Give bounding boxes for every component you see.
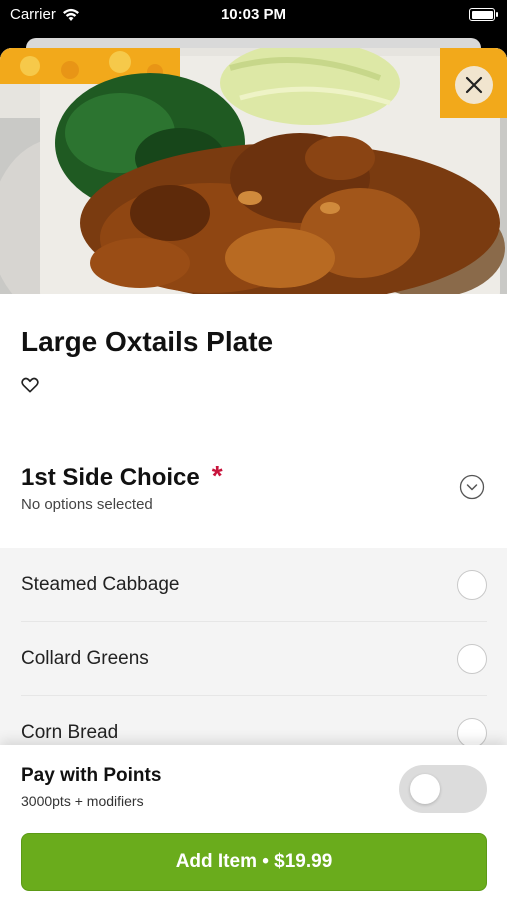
chevron-down-icon[interactable] xyxy=(459,474,485,500)
item-title: Large Oxtails Plate xyxy=(21,326,274,357)
option-radio[interactable] xyxy=(457,569,487,600)
points-subtitle: 3000pts + modifiers xyxy=(21,793,144,809)
heart-icon[interactable] xyxy=(20,375,40,395)
side-choice-heading: 1st Side Choice * xyxy=(21,460,223,492)
option-label: Corn Bread xyxy=(21,721,119,743)
option-radio[interactable] xyxy=(457,643,487,674)
close-button[interactable] xyxy=(455,66,493,104)
option-label: Collard Greens xyxy=(21,647,149,669)
battery-icon xyxy=(469,8,498,21)
option-steamed-cabbage[interactable]: Steamed Cabbage xyxy=(21,548,487,622)
side-choice-title: 1st Side Choice xyxy=(21,464,200,491)
side-options-list: Steamed Cabbage Collard Greens Corn Brea… xyxy=(0,548,507,770)
option-radio[interactable] xyxy=(457,717,487,748)
bottom-action-bar: Pay with Points 3000pts + modifiers Add … xyxy=(0,745,507,900)
close-icon xyxy=(465,76,483,94)
add-item-button[interactable]: Add Item • $19.99 xyxy=(21,833,487,891)
item-detail-sheet: Large Oxtails Plate 1st Side Choice * No… xyxy=(0,48,507,900)
option-label: Steamed Cabbage xyxy=(21,573,180,595)
points-title: Pay with Points xyxy=(21,765,162,786)
points-toggle[interactable] xyxy=(399,765,487,813)
required-marker: * xyxy=(211,460,223,491)
food-photo xyxy=(0,48,507,294)
clock: 10:03 PM xyxy=(220,6,287,23)
side-choice-status: No options selected xyxy=(21,496,153,513)
toggle-knob xyxy=(410,774,440,804)
option-collard-greens[interactable]: Collard Greens xyxy=(21,622,487,696)
status-bar: Carrier 10:03 PM xyxy=(0,0,507,32)
